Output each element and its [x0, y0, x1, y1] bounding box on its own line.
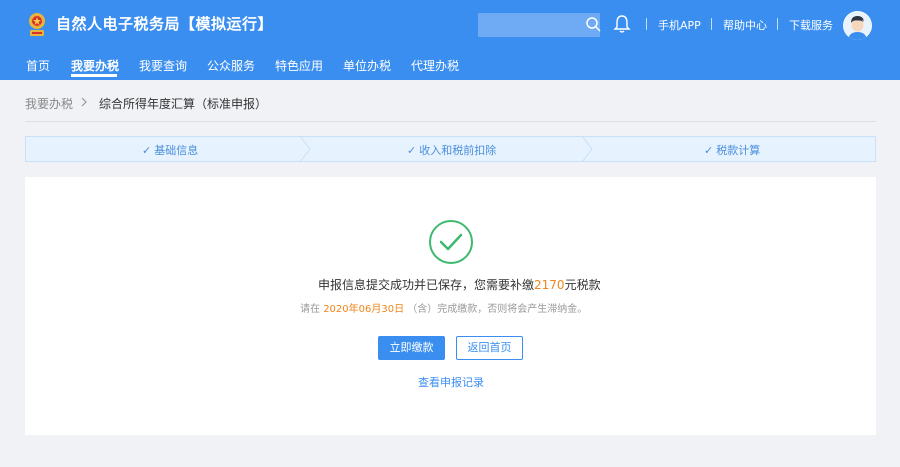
check-icon: ✓: [407, 144, 417, 157]
message-text: 元税款: [564, 278, 601, 292]
nav-tax-handling[interactable]: 我要办税: [71, 57, 119, 74]
check-icon: ✓: [142, 144, 152, 157]
success-message: 申报信息提交成功并已保存，您需要补缴2170元税款: [318, 276, 601, 293]
tax-amount: 2170: [534, 278, 565, 292]
step-tax-calculation: ✓ 税款计算: [704, 142, 760, 158]
step-separator: [582, 136, 593, 162]
help-center-link[interactable]: 帮助中心: [723, 17, 767, 33]
return-home-button[interactable]: 返回首页: [456, 336, 523, 360]
nav-public-service[interactable]: 公众服务: [207, 57, 255, 74]
emblem-logo-icon[interactable]: [26, 12, 48, 38]
nav-query[interactable]: 我要查询: [139, 57, 187, 74]
nav-home[interactable]: 首页: [26, 57, 50, 74]
step-income-deduction: ✓ 收入和税前扣除: [407, 142, 496, 158]
breadcrumb-current: 综合所得年度汇算（标准申报）: [99, 97, 268, 111]
nav-employer-tax[interactable]: 单位办税: [343, 57, 391, 74]
breadcrumb-divider: [25, 121, 876, 122]
deadline-notice: 请在 2020年06月30日 （含）完成缴款，否则将会产生滞纳金。: [300, 300, 587, 315]
top-header: 自然人电子税务局【模拟运行】 手机APP 帮助中心 下载服务 首页 我要办税 我…: [0, 0, 900, 80]
check-circle-icon: [429, 220, 473, 264]
check-icon: ✓: [704, 144, 714, 157]
deadline-date: 2020年06月30日: [323, 304, 405, 315]
message-text: 申报信息提交成功并已保存，您需要补缴: [318, 278, 535, 292]
step-label: 税款计算: [716, 144, 761, 157]
nav-agent-tax[interactable]: 代理办税: [411, 57, 459, 74]
step-basic-info: ✓ 基础信息: [142, 142, 198, 158]
nav-special-apps[interactable]: 特色应用: [275, 57, 323, 74]
breadcrumb-parent[interactable]: 我要办税: [25, 95, 73, 112]
nav-active-indicator: [71, 74, 117, 77]
bell-icon[interactable]: [613, 14, 631, 34]
mobile-app-link[interactable]: 手机APP: [658, 17, 701, 33]
view-records-link[interactable]: 查看申报记录: [418, 374, 484, 390]
step-label: 收入和税前扣除: [419, 144, 497, 157]
step-separator: [300, 136, 311, 162]
site-title: 自然人电子税务局【模拟运行】: [56, 15, 274, 33]
notice-text: 请在: [300, 304, 320, 315]
download-service-link[interactable]: 下载服务: [789, 17, 833, 33]
header-divider: [711, 18, 712, 30]
pay-now-button[interactable]: 立即缴款: [378, 336, 445, 360]
step-label: 基础信息: [154, 144, 199, 157]
header-divider: [777, 18, 778, 30]
search-icon[interactable]: [585, 16, 601, 32]
user-avatar-icon[interactable]: [843, 11, 872, 40]
search-input[interactable]: [478, 13, 600, 37]
header-divider: [646, 18, 647, 30]
chevron-right-icon: [81, 97, 87, 107]
notice-text: （含）完成缴款，否则将会产生滞纳金。: [407, 304, 588, 315]
